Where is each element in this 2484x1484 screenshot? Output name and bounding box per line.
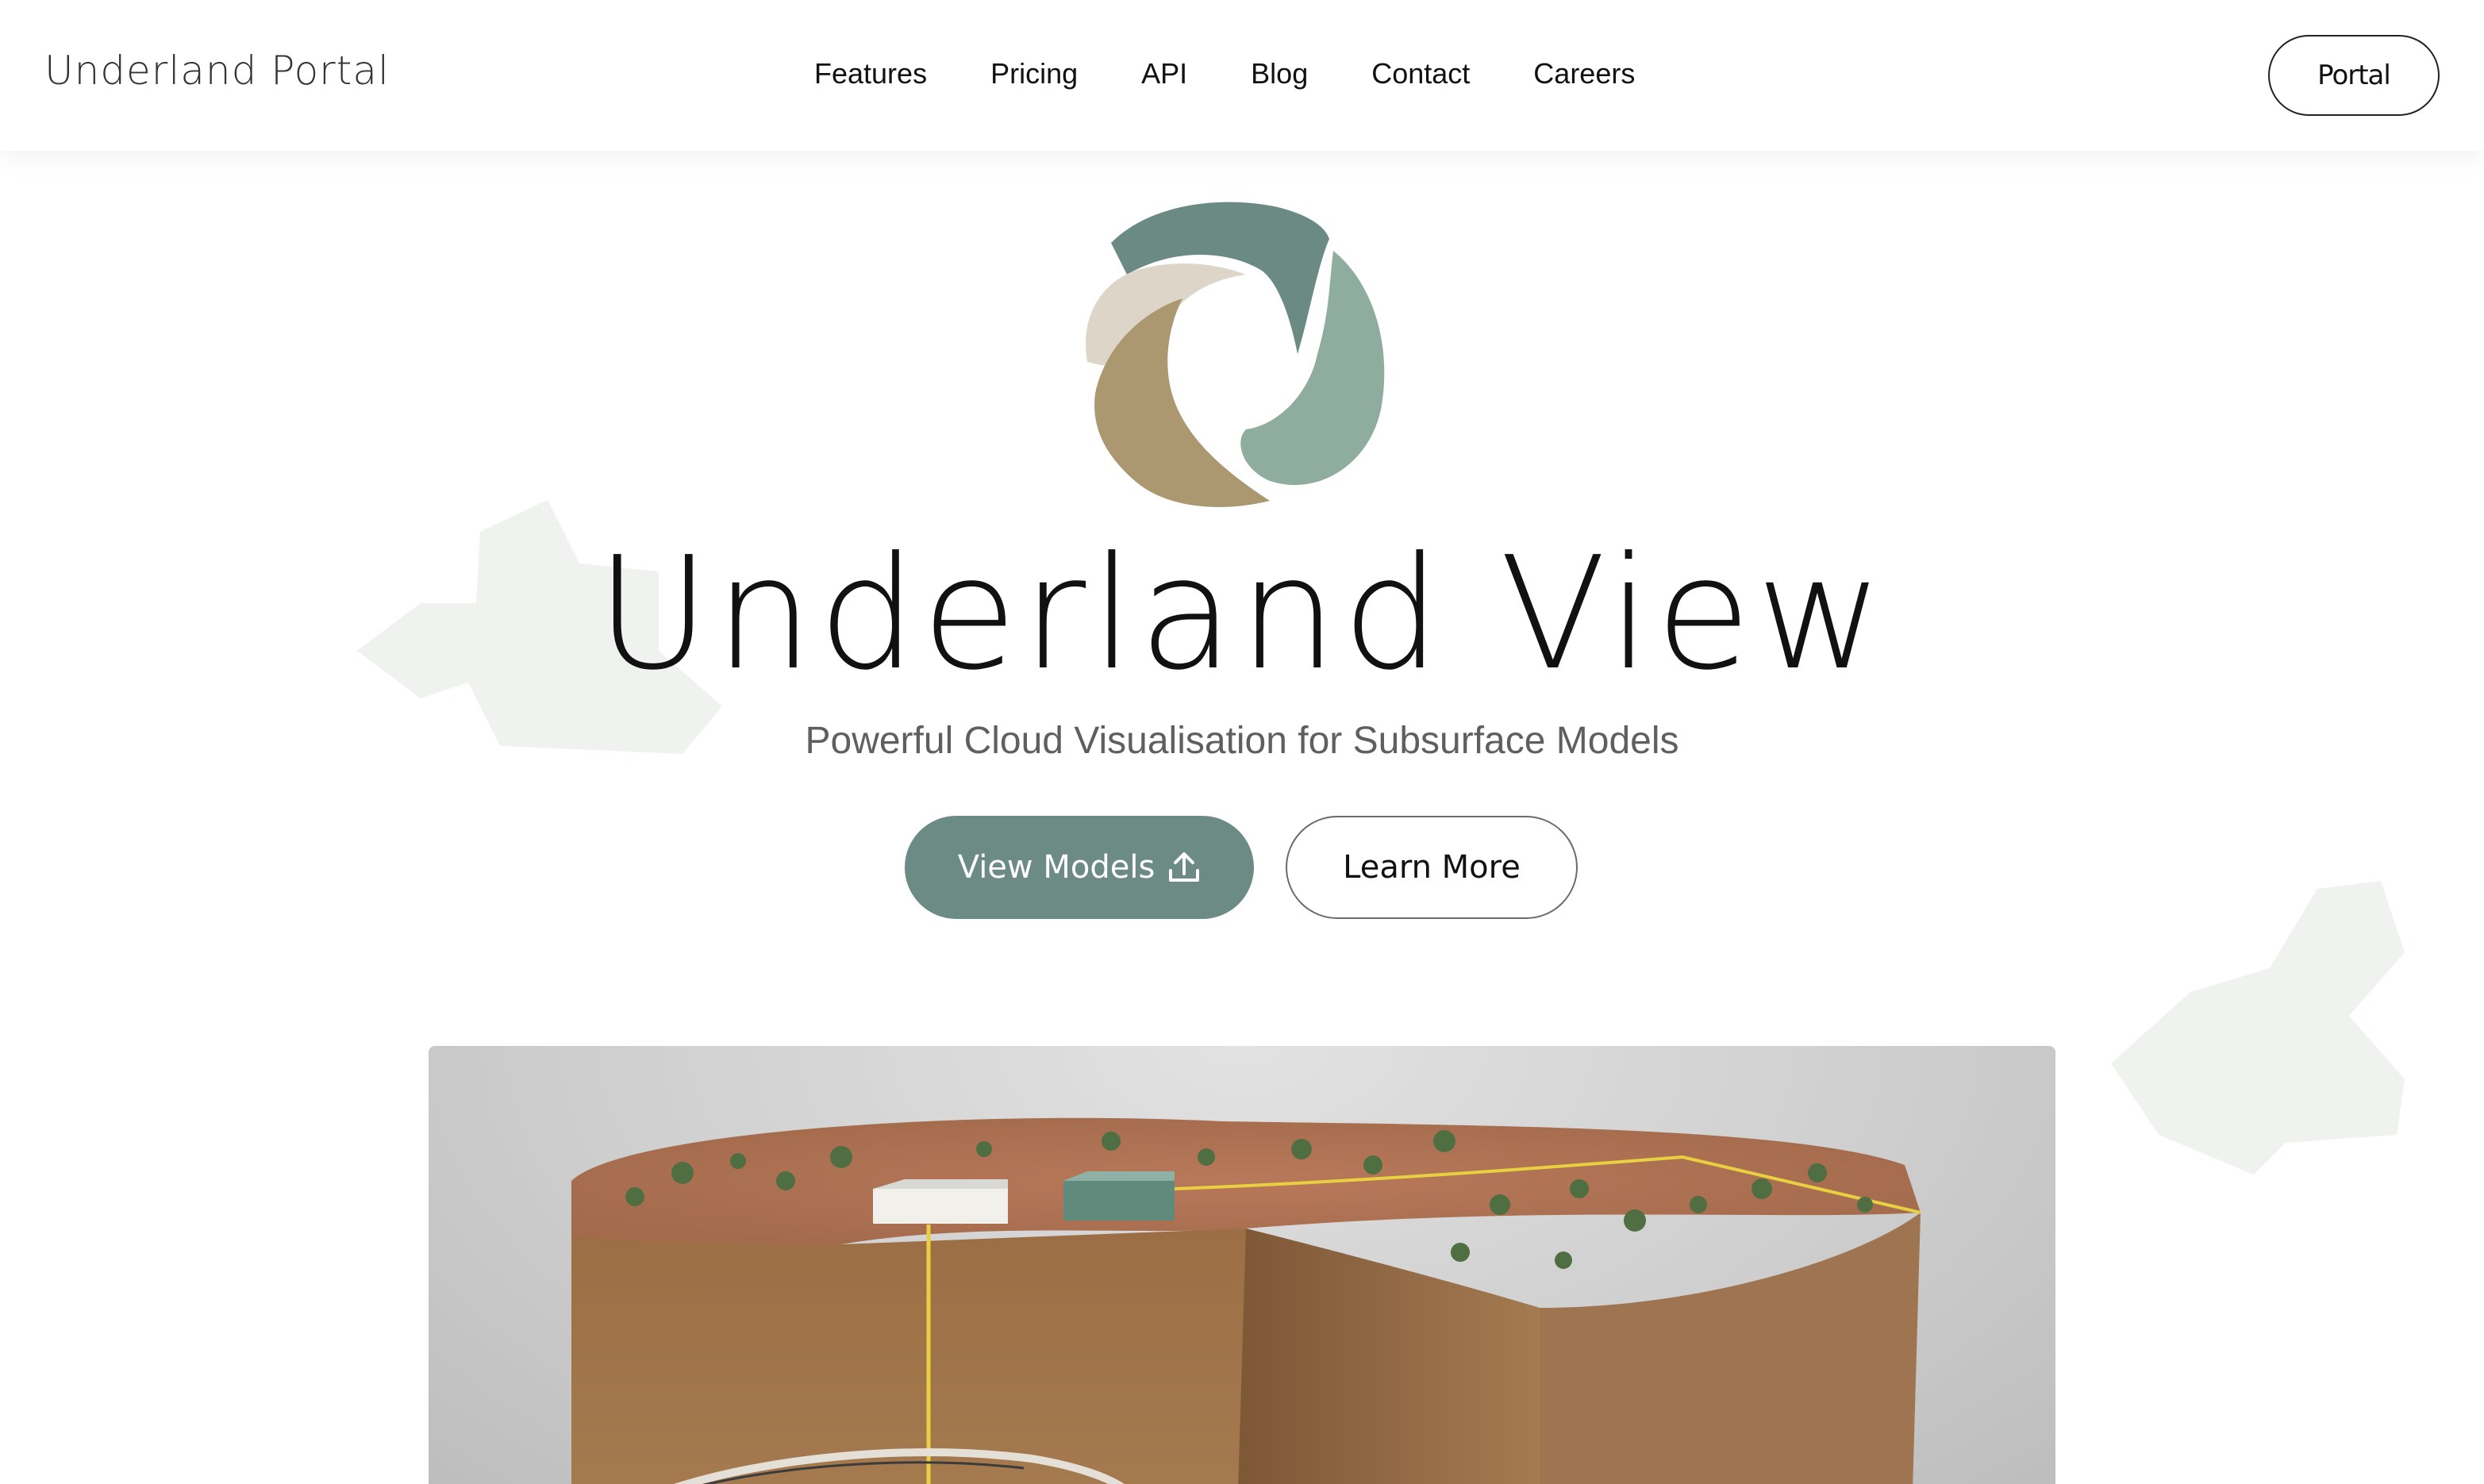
view-models-label: View Models <box>957 849 1155 886</box>
view-models-button[interactable]: View Models <box>905 816 1254 919</box>
nav-links: Features Pricing API Blog Contact Career… <box>814 57 1698 90</box>
nav-link-careers[interactable]: Careers <box>1533 57 1635 90</box>
top-navbar: Underland Portal Features Pricing API Bl… <box>0 0 2484 151</box>
portal-button[interactable]: Portal <box>2268 35 2440 116</box>
subsurface-model-image <box>429 1046 2055 1484</box>
nav-link-api[interactable]: API <box>1141 57 1187 90</box>
underland-swirl-logo-icon <box>1086 202 1385 507</box>
decorative-hex-shape-right <box>2111 881 2405 1175</box>
nav-link-blog[interactable]: Blog <box>1251 57 1308 90</box>
brand-logo-text[interactable]: Underland Portal <box>44 48 390 94</box>
nav-link-pricing[interactable]: Pricing <box>990 57 1078 90</box>
hero-subtitle: Powerful Cloud Visualisation for Subsurf… <box>805 720 1679 762</box>
upload-icon <box>1169 852 1200 882</box>
hero-title: Underland View <box>596 524 1888 705</box>
nav-link-features[interactable]: Features <box>814 57 927 90</box>
subsurface-model-illustration <box>571 1117 1921 1484</box>
nav-link-contact[interactable]: Contact <box>1371 57 1470 90</box>
learn-more-button[interactable]: Learn More <box>1286 816 1578 919</box>
